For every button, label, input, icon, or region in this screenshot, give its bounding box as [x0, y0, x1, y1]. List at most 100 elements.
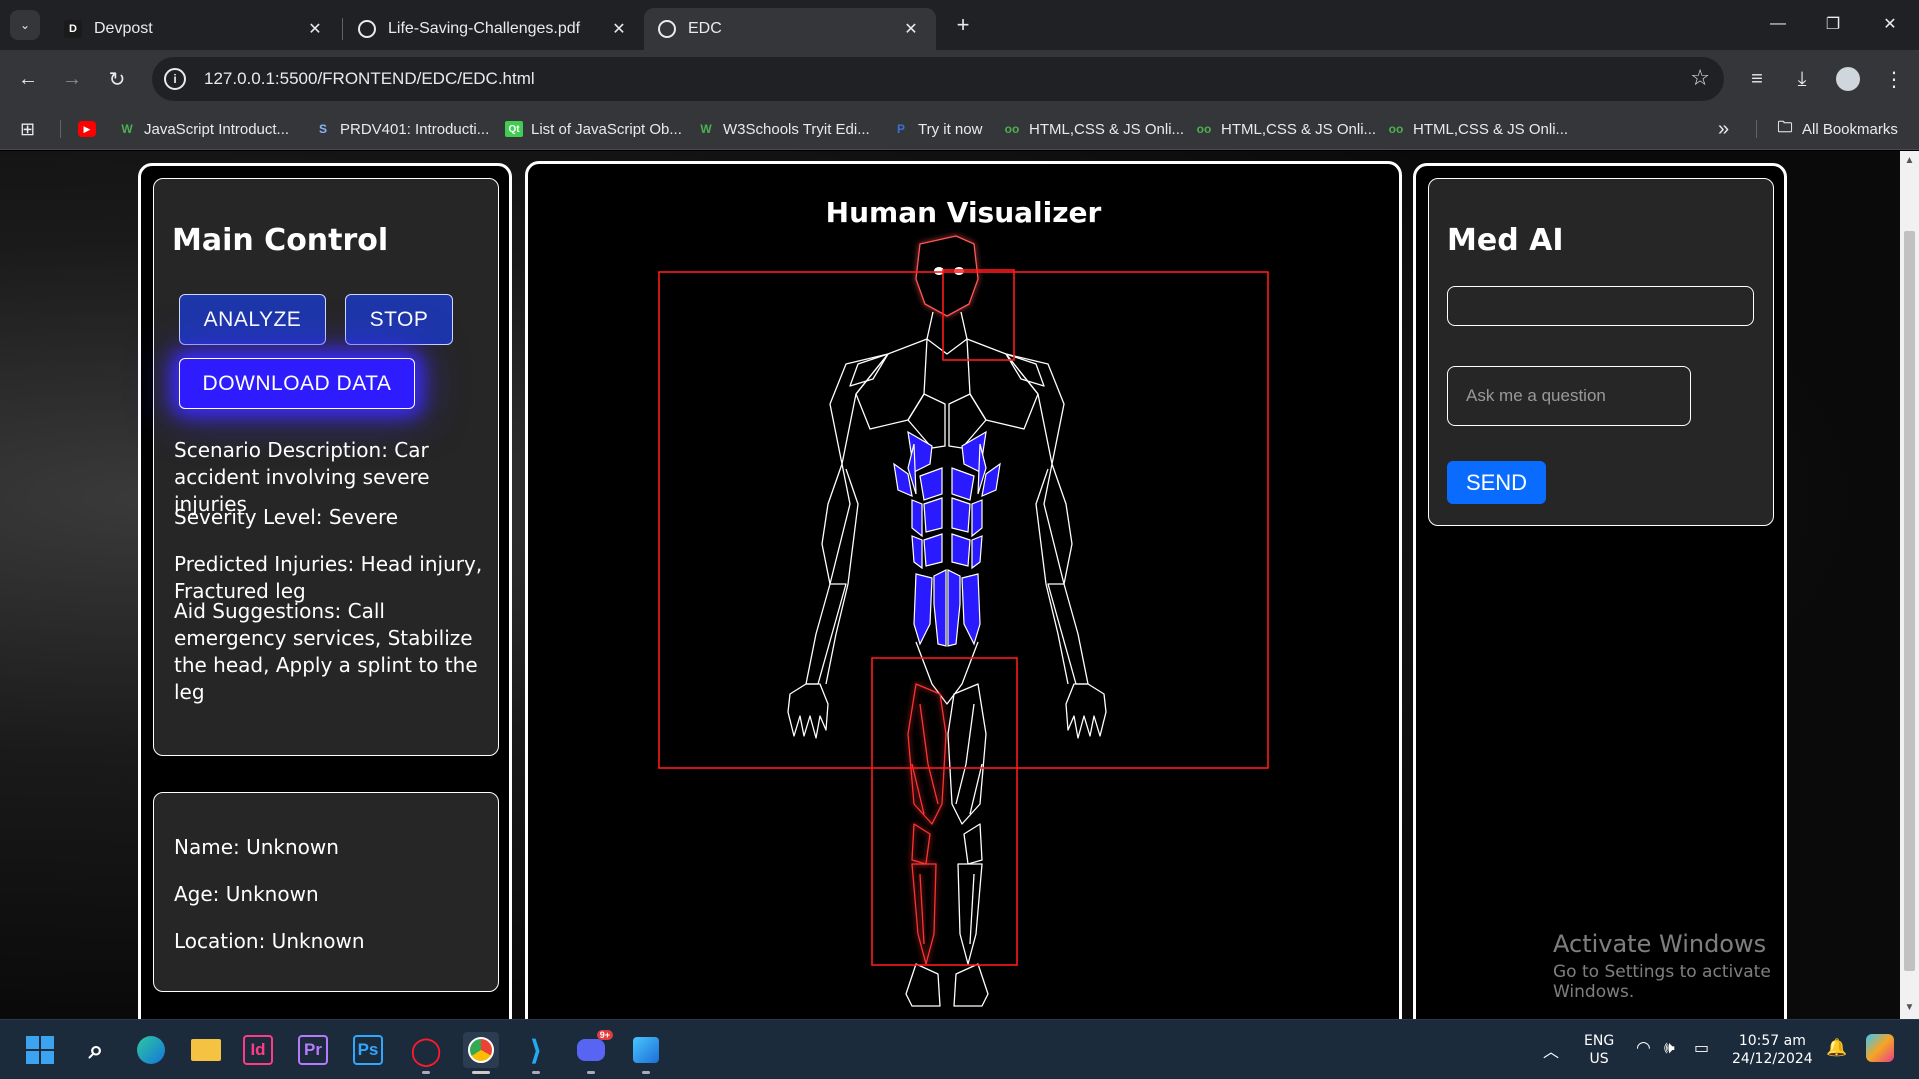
active-indicator	[472, 1071, 490, 1074]
tab-title: Life-Saving-Challenges.pdf	[388, 20, 581, 37]
bookmark-item[interactable]: S PRDV401: Introducti...	[314, 118, 489, 140]
bookmark-label: All Bookmarks	[1802, 120, 1898, 138]
minimize-icon[interactable]: —	[1758, 6, 1798, 42]
right-arm	[1043, 463, 1073, 585]
address-bar[interactable]: i 127.0.0.1:5500/FRONTEND/EDC/EDC.html ☆	[152, 57, 1724, 101]
close-icon[interactable]: ✕	[608, 18, 630, 40]
page-viewport: Main Control ANALYZE STOP DOWNLOAD DATA …	[0, 151, 1900, 1019]
show-hidden-icons[interactable]: ︿	[1543, 1038, 1559, 1062]
left-knee	[911, 823, 931, 865]
tab-edc[interactable]: EDC ✕	[644, 8, 936, 50]
windows-start-icon[interactable]	[22, 1032, 58, 1068]
running-indicator	[532, 1071, 540, 1074]
patient-age: Age: Unknown	[174, 882, 319, 906]
download-data-button[interactable]: DOWNLOAD DATA	[179, 358, 415, 409]
clock-time: 10:57 am	[1738, 1033, 1806, 1049]
tab-devpost[interactable]: D Devpost ✕	[50, 8, 340, 50]
editor-icon: oo	[1196, 122, 1212, 136]
battery-icon[interactable]: ▭	[1694, 1038, 1709, 1057]
download-icon[interactable]: ⤓	[1786, 63, 1818, 95]
question-input[interactable]: Ask me a question	[1447, 366, 1691, 426]
search-icon[interactable]: ⌕	[78, 1032, 114, 1068]
bookmark-divider	[1756, 120, 1757, 138]
left-arm	[821, 463, 851, 585]
activate-windows-title: Activate Windows	[1553, 930, 1767, 958]
right-foot	[953, 963, 989, 1007]
page-scrollbar[interactable]: ▲ ▼	[1900, 151, 1919, 1019]
file-explorer-icon[interactable]	[188, 1032, 224, 1068]
devpost-icon: D	[64, 20, 82, 38]
volume-icon[interactable]: 🕪	[1664, 1038, 1675, 1058]
bookmark-item[interactable]: W JavaScript Introduct...	[118, 118, 289, 140]
wifi-icon[interactable]: ◠	[1636, 1038, 1651, 1058]
clock[interactable]: 10:57 am 24/12/2024	[1732, 1032, 1813, 1068]
vscode-icon[interactable]: ⟩	[518, 1032, 554, 1068]
main-control-card: Main Control ANALYZE STOP DOWNLOAD DATA …	[153, 178, 499, 756]
close-icon[interactable]: ✕	[900, 18, 922, 40]
scroll-down-icon[interactable]: ▼	[1903, 1002, 1916, 1015]
bookmark-item[interactable]: oo HTML,CSS & JS Onli...	[1003, 118, 1184, 140]
site-info-icon[interactable]: i	[164, 68, 186, 90]
bookmarks-bar: ⊞ ▶ W JavaScript Introduct... S PRDV401:…	[0, 108, 1919, 150]
globe-icon	[358, 20, 376, 38]
bookmark-label: HTML,CSS & JS Onli...	[1029, 120, 1185, 138]
new-tab-button[interactable]: +	[948, 10, 978, 40]
restore-icon[interactable]: ❐	[1813, 6, 1853, 42]
tab-bar: ⌄ D Devpost ✕ Life-Saving-Challenges.pdf…	[0, 0, 1919, 50]
analyze-button[interactable]: ANALYZE	[179, 294, 326, 345]
bookmark-divider	[60, 120, 61, 138]
right-eye	[954, 267, 964, 275]
more-bookmarks-button[interactable]: »	[1718, 118, 1729, 140]
apps-grid-icon[interactable]: ⊞	[20, 118, 35, 140]
w3schools-icon: W	[121, 122, 133, 136]
left-foot	[905, 963, 941, 1007]
reload-icon[interactable]: ↻	[102, 64, 132, 94]
leg-injury-box	[871, 657, 1018, 966]
stop-button[interactable]: STOP	[345, 294, 453, 345]
running-indicator	[587, 1071, 595, 1074]
close-icon[interactable]: ✕	[304, 18, 326, 40]
forward-icon[interactable]: →	[57, 64, 87, 94]
tab-title: Devpost	[94, 20, 153, 37]
indesign-icon[interactable]: Id	[243, 1035, 273, 1065]
back-icon[interactable]: ←	[13, 64, 43, 94]
aid-suggestions: Aid Suggestions: Call emergency services…	[174, 599, 478, 704]
url-text: 127.0.0.1:5500/FRONTEND/EDC/EDC.html	[204, 69, 535, 88]
discord-icon[interactable]: 9+	[573, 1030, 613, 1068]
ai-response-field[interactable]	[1447, 286, 1754, 326]
tab-title: EDC	[688, 20, 722, 37]
premiere-icon[interactable]: Pr	[298, 1035, 328, 1065]
tab-pdf[interactable]: Life-Saving-Challenges.pdf ✕	[344, 8, 644, 50]
bookmark-label: W3Schools Tryit Edi...	[723, 120, 870, 138]
scroll-up-icon[interactable]: ▲	[1903, 155, 1916, 168]
bookmark-item[interactable]: P Try it now	[892, 118, 982, 140]
all-bookmarks-button[interactable]: 🗀 All Bookmarks	[1776, 118, 1898, 140]
right-knee	[963, 823, 983, 865]
send-button[interactable]: SEND	[1447, 461, 1546, 504]
tab-search-button[interactable]: ⌄	[10, 10, 40, 40]
notification-bell-icon[interactable]: 🔔	[1826, 1038, 1847, 1058]
bookmark-item[interactable]: W W3Schools Tryit Edi...	[697, 118, 870, 140]
copilot-icon[interactable]	[1866, 1034, 1894, 1062]
close-window-icon[interactable]: ✕	[1870, 6, 1910, 42]
media-control-icon[interactable]: ≡	[1741, 63, 1773, 95]
profile-avatar[interactable]	[1832, 63, 1864, 95]
menu-icon[interactable]: ⋮	[1878, 63, 1910, 95]
language-indicator[interactable]: ENG US	[1584, 1032, 1614, 1068]
bookmark-item[interactable]: oo HTML,CSS & JS Onli...	[1387, 118, 1568, 140]
folder-icon: 🗀	[1777, 118, 1793, 136]
edge-icon[interactable]	[133, 1032, 169, 1068]
photos-icon[interactable]	[628, 1032, 664, 1068]
scroll-thumb[interactable]	[1904, 231, 1915, 971]
photoshop-icon[interactable]: Ps	[353, 1035, 383, 1065]
main-control-title: Main Control	[172, 223, 389, 258]
bookmark-label: HTML,CSS & JS Onli...	[1413, 120, 1569, 138]
bookmark-youtube[interactable]: ▶	[78, 118, 104, 140]
opera-icon[interactable]: ◯	[408, 1032, 444, 1068]
bookmark-item[interactable]: oo HTML,CSS & JS Onli...	[1195, 118, 1376, 140]
right-shin	[957, 863, 983, 965]
left-panel: Main Control ANALYZE STOP DOWNLOAD DATA …	[138, 163, 512, 1019]
bookmark-star-icon[interactable]: ☆	[1690, 65, 1710, 91]
chrome-icon[interactable]	[463, 1032, 499, 1068]
bookmark-item[interactable]: Qt List of JavaScript Ob...	[505, 118, 682, 140]
